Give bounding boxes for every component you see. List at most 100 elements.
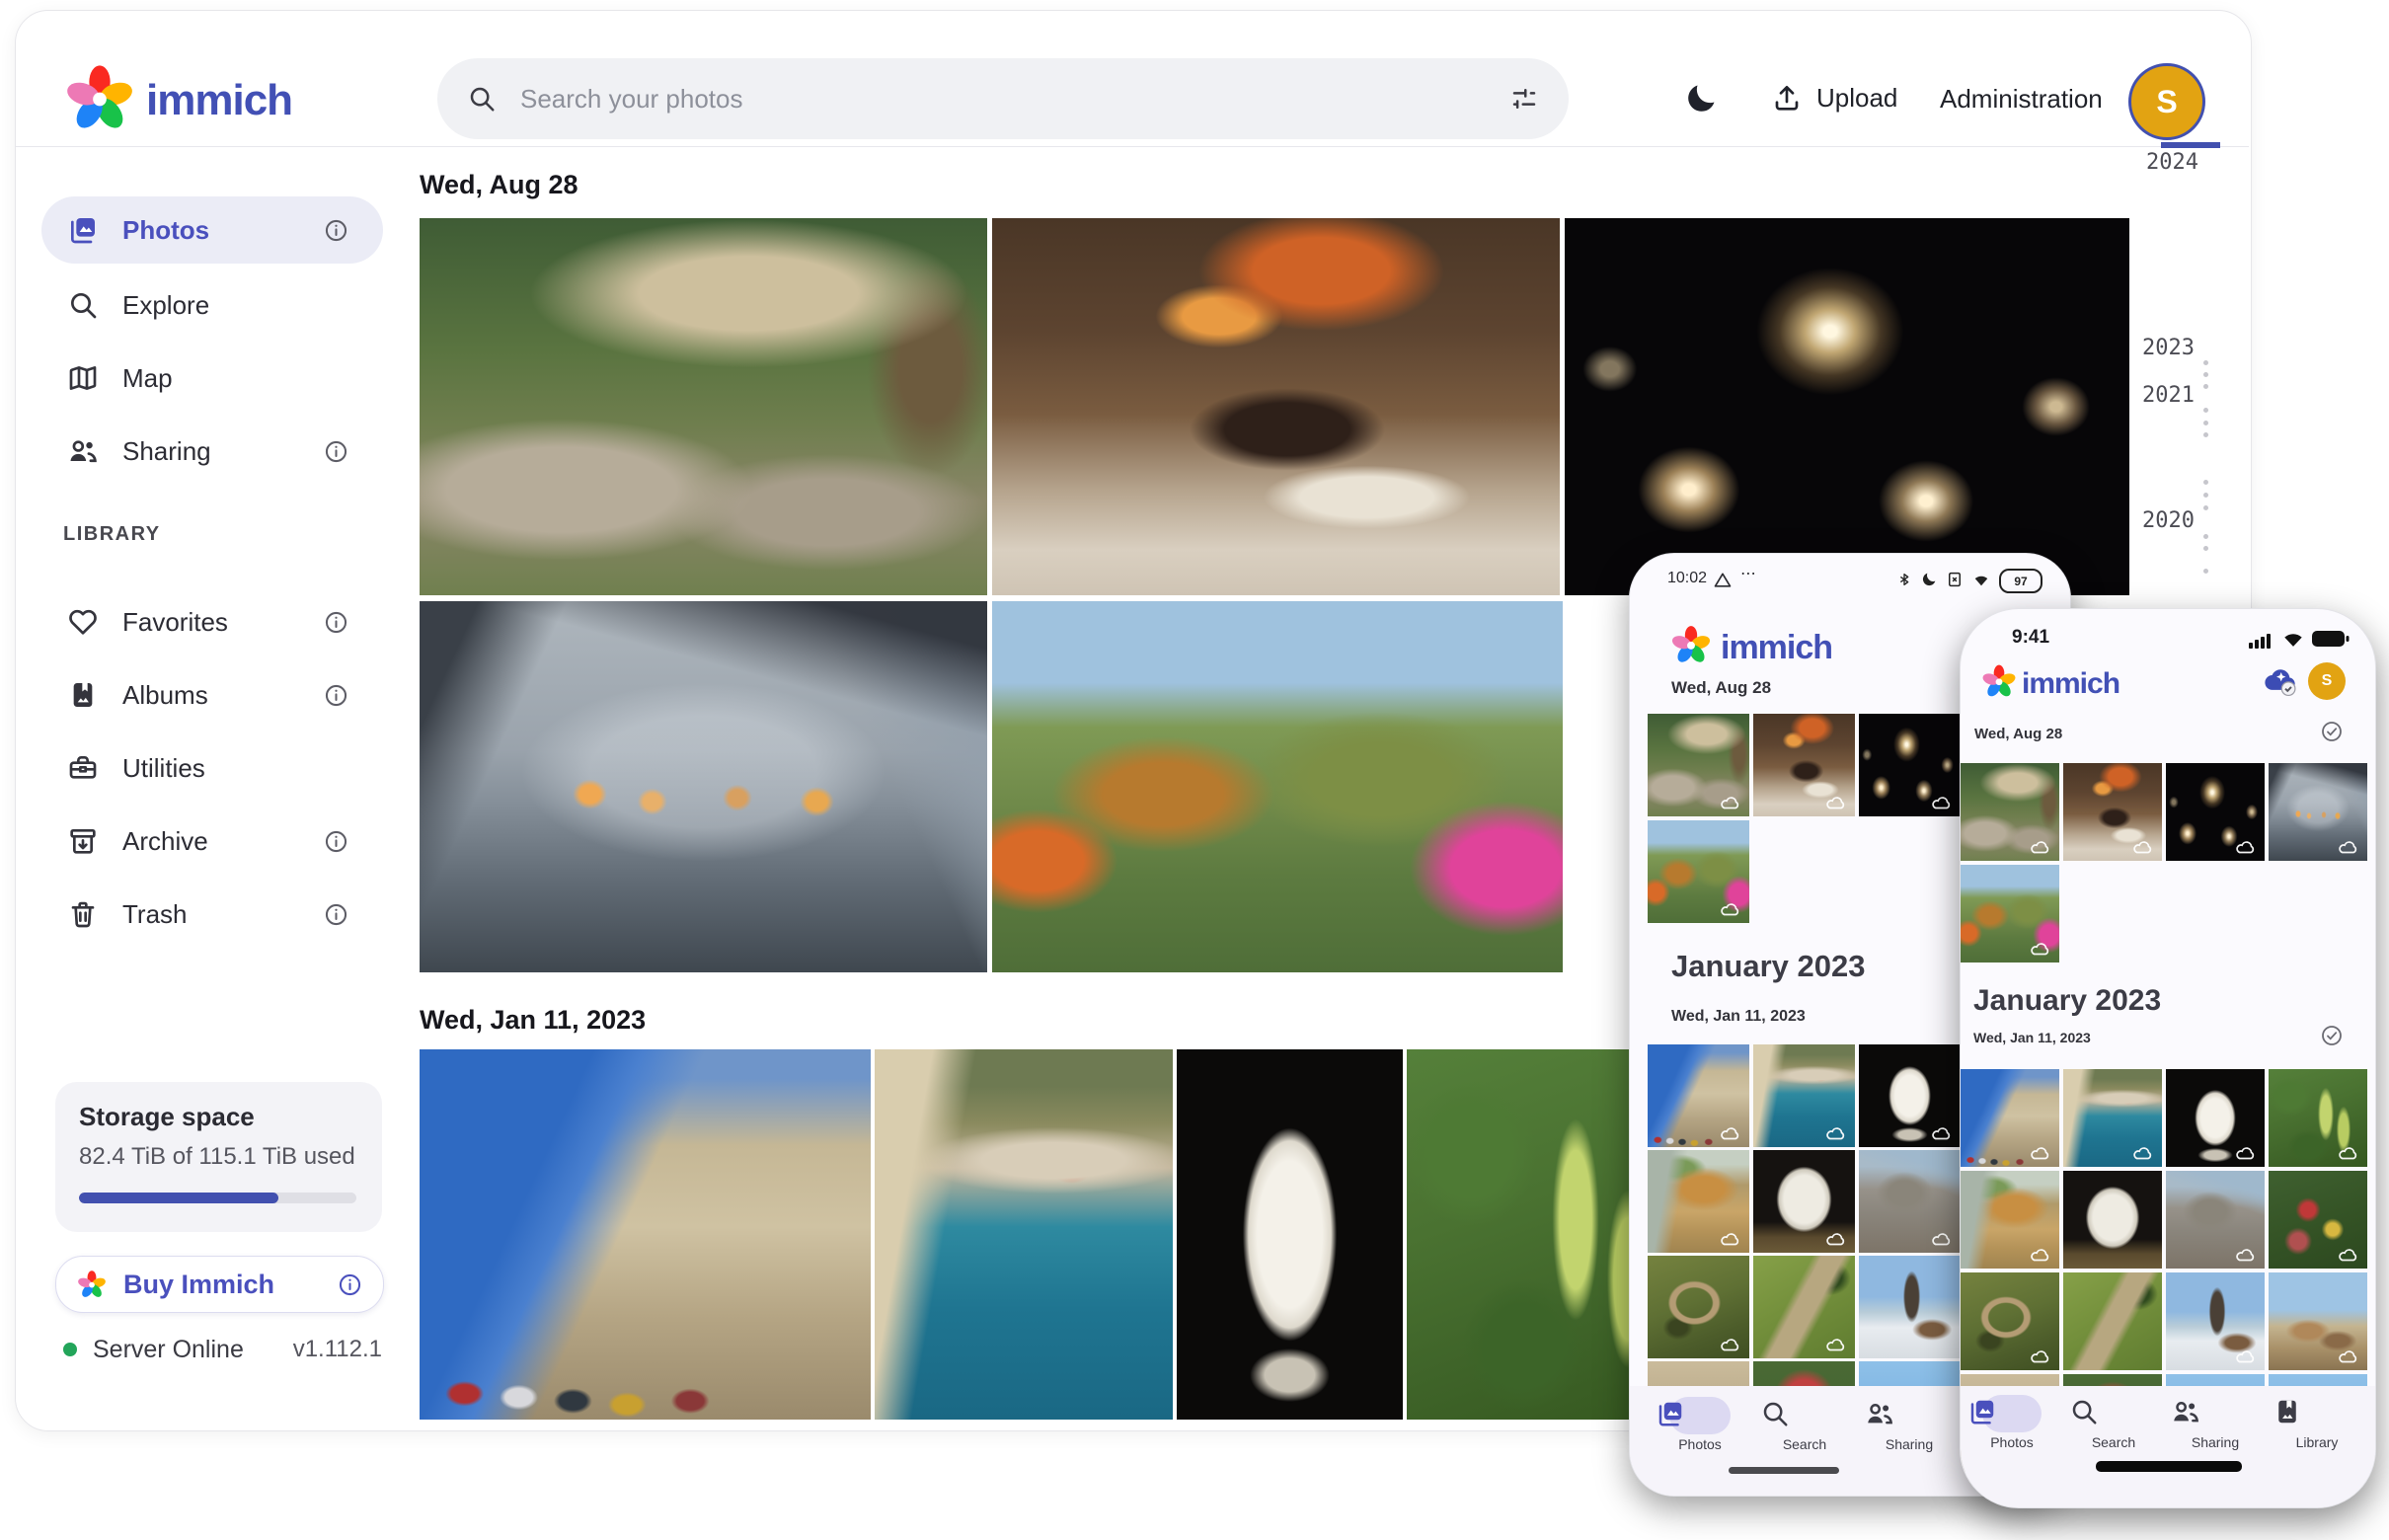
nav-tab-photos[interactable]: Photos xyxy=(1967,1397,2056,1450)
photo-thumbnail-lizard-moss[interactable] xyxy=(2063,1272,2162,1370)
nav-tab-search[interactable]: Search xyxy=(1760,1399,1849,1452)
photo-thumbnail-beach-cliff[interactable] xyxy=(1648,1150,1749,1253)
photo-thumbnail-fireworks[interactable] xyxy=(2166,763,2265,861)
user-avatar[interactable]: S xyxy=(2128,63,2205,140)
photo-thumbnail-winter-church[interactable] xyxy=(1859,1256,1961,1358)
photo-thumbnail-marble-bust[interactable] xyxy=(1177,1049,1403,1420)
photo-thumbnail-autumn-path[interactable] xyxy=(1648,820,1749,923)
photo-thumbnail-marble-bust[interactable] xyxy=(2166,1069,2265,1167)
cloud-sync-icon[interactable] xyxy=(2257,663,2298,697)
timeline-scrubber-handle[interactable] xyxy=(2161,142,2220,148)
photo-thumbnail-ruined-wall[interactable] xyxy=(1859,1150,1961,1253)
upload-button[interactable]: Upload xyxy=(1771,82,1897,114)
photo-thumbnail-zoo-monkeys[interactable] xyxy=(420,218,987,595)
sidebar-item-utilities[interactable]: Utilities xyxy=(41,734,383,802)
timeline-year-label[interactable]: 2024 xyxy=(2146,150,2198,175)
user-avatar[interactable]: S xyxy=(2308,662,2346,700)
nav-tab-photos[interactable]: Photos xyxy=(1656,1399,1744,1452)
sidebar-item-photos[interactable]: Photos xyxy=(41,196,383,264)
night-mode-icon xyxy=(1920,570,1938,589)
cloud-backup-icon xyxy=(2026,939,2051,957)
sidebar-item-label: Albums xyxy=(122,680,208,711)
cloud-backup-icon xyxy=(2026,1143,2051,1161)
photo-thumbnail-stone-sculpture[interactable] xyxy=(1753,1150,1855,1253)
timeline-year-label[interactable]: 2023 xyxy=(2142,336,2195,360)
photo-thumbnail-holding-hands[interactable] xyxy=(420,601,987,972)
photo-thumbnail-marble-bust[interactable] xyxy=(1859,1044,1961,1147)
info-icon[interactable] xyxy=(323,682,349,709)
cloud-backup-icon xyxy=(2128,1143,2154,1161)
server-status-row: Server Online v1.112.1 xyxy=(55,1335,382,1364)
nav-tab-sharing[interactable]: Sharing xyxy=(1865,1399,1954,1452)
date-group-heading: Wed, Jan 11, 2023 xyxy=(1973,1030,2091,1045)
library-book-icon xyxy=(2273,1397,2361,1426)
photo-thumbnail-ruined-wall[interactable] xyxy=(2166,1171,2265,1269)
select-all-check-icon[interactable] xyxy=(2320,1024,2344,1047)
buy-immich-button[interactable]: Buy Immich xyxy=(55,1256,384,1313)
photo-thumbnail-fireworks[interactable] xyxy=(1565,218,2129,595)
photo-thumbnail-lizard-moss[interactable] xyxy=(1753,1256,1855,1358)
select-all-check-icon[interactable] xyxy=(2320,720,2344,743)
server-version: v1.112.1 xyxy=(293,1336,382,1363)
photo-thumbnail-coastal-fortress[interactable] xyxy=(875,1049,1173,1420)
search-input[interactable] xyxy=(518,83,1488,116)
photo-thumbnail-holding-hands[interactable] xyxy=(2269,763,2367,861)
immich-flower-icon xyxy=(76,1269,108,1300)
info-icon[interactable] xyxy=(323,609,349,636)
info-icon[interactable] xyxy=(323,828,349,855)
info-icon[interactable] xyxy=(323,438,349,465)
cloud-backup-icon xyxy=(1821,1335,1847,1352)
photo-thumbnail-ornaments[interactable] xyxy=(2269,1171,2367,1269)
sidebar-item-sharing[interactable]: Sharing xyxy=(41,418,383,485)
administration-link[interactable]: Administration xyxy=(1940,84,2103,115)
sidebar-item-trash[interactable]: Trash xyxy=(41,881,383,948)
nav-tab-search[interactable]: Search xyxy=(2069,1397,2158,1450)
date-group-heading: Wed, Aug 28 xyxy=(1974,726,2062,742)
photo-thumbnail-town[interactable] xyxy=(2269,1272,2367,1370)
avatar-initial: S xyxy=(2322,672,2333,690)
sidebar-item-archive[interactable]: Archive xyxy=(41,808,383,875)
nav-tab-sharing[interactable]: Sharing xyxy=(2171,1397,2260,1450)
photo-thumbnail-dinner-table[interactable] xyxy=(2063,763,2162,861)
photo-thumbnail-zoo-monkeys[interactable] xyxy=(1961,763,2059,861)
sidebar-item-favorites[interactable]: Favorites xyxy=(41,588,383,655)
sidebar-item-explore[interactable]: Explore xyxy=(41,271,383,339)
sidebar-item-albums[interactable]: Albums xyxy=(41,661,383,729)
photo-thumbnail-winter-church[interactable] xyxy=(2166,1272,2265,1370)
photo-thumbnail-fortress-wall[interactable] xyxy=(1648,1044,1749,1147)
iphone-mockup: 9:41 immich S Wed, Aug 28 January 2023 xyxy=(1960,608,2376,1508)
photo-thumbnail-coastal-fortress[interactable] xyxy=(1753,1044,1855,1147)
photo-thumbnail-beach-cliff[interactable] xyxy=(1961,1171,2059,1269)
filter-sliders-icon[interactable] xyxy=(1509,84,1539,114)
photo-thumbnail-sea-grapes[interactable] xyxy=(2269,1069,2367,1167)
photo-thumbnail-zoo-monkeys[interactable] xyxy=(1648,714,1749,816)
nav-tab-library[interactable]: Library xyxy=(2273,1397,2361,1450)
photo-thumbnail-lizard[interactable] xyxy=(1961,1272,2059,1370)
photo-thumbnail-autumn-path[interactable] xyxy=(992,601,1563,972)
timeline-dot xyxy=(2203,421,2208,425)
timeline-dot xyxy=(2203,546,2208,551)
timeline-year-label[interactable]: 2020 xyxy=(2142,508,2195,533)
cloud-backup-icon xyxy=(1716,899,1741,917)
search-bar[interactable] xyxy=(437,58,1569,139)
archive-icon xyxy=(67,825,99,857)
photo-thumbnail-dinner-table[interactable] xyxy=(1753,714,1855,816)
photo-thumbnail-autumn-path[interactable] xyxy=(1961,865,2059,962)
photo-thumbnail-lizard[interactable] xyxy=(1648,1256,1749,1358)
sidebar-item-map[interactable]: Map xyxy=(41,345,383,412)
storage-progress-bar xyxy=(79,1193,356,1203)
timeline-year-label[interactable]: 2021 xyxy=(2142,383,2195,408)
photo-thumbnail-stone-sculpture[interactable] xyxy=(2063,1171,2162,1269)
administration-label: Administration xyxy=(1940,84,2103,115)
photo-thumbnail-dinner-table[interactable] xyxy=(992,218,1560,595)
photo-thumbnail-fireworks[interactable] xyxy=(1859,714,1961,816)
photo-thumbnail-fortress-wall[interactable] xyxy=(1961,1069,2059,1167)
photos-icon xyxy=(1656,1399,1744,1428)
photo-thumbnail-fortress-wall[interactable] xyxy=(420,1049,871,1420)
timeline-dot xyxy=(2203,384,2208,389)
dark-mode-moon-icon[interactable] xyxy=(1682,80,1720,117)
photo-thumbnail-coastal-fortress[interactable] xyxy=(2063,1069,2162,1167)
info-icon[interactable] xyxy=(323,217,349,244)
info-icon[interactable] xyxy=(323,901,349,928)
nav-tab-label: Search xyxy=(2069,1434,2158,1450)
